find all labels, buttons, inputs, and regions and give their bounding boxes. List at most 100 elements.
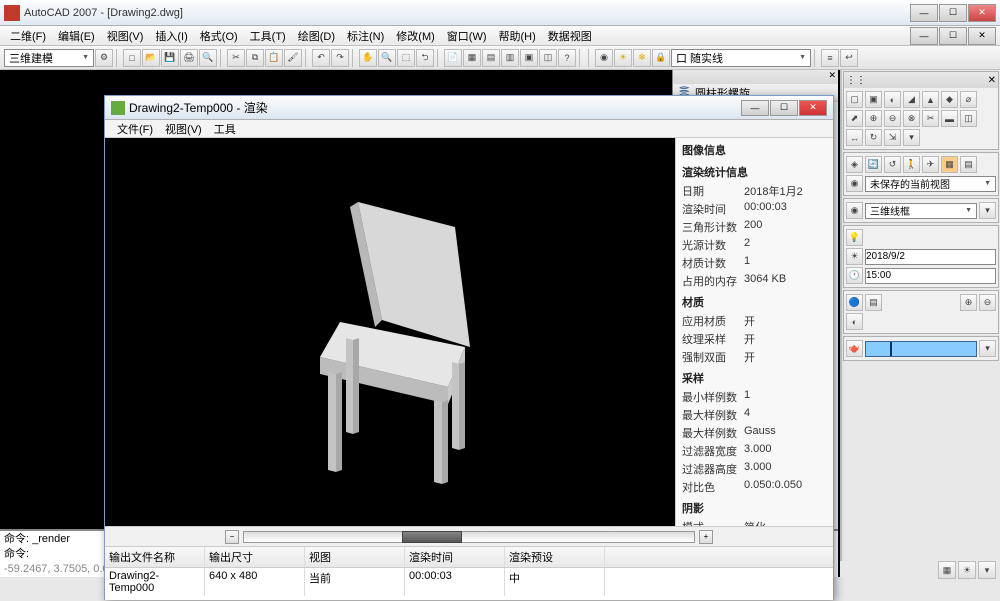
layerstate-icon[interactable]: ≡ [821, 49, 839, 67]
loft-icon[interactable]: ▲ [922, 91, 939, 108]
layer3-icon[interactable]: ❄ [633, 49, 651, 67]
open-icon[interactable]: 📂 [142, 49, 160, 67]
col-view[interactable]: 视图 [305, 547, 405, 567]
3dmove-icon[interactable]: ↔ [846, 129, 863, 146]
list-row[interactable]: Drawing2-Temp000 640 x 480 当前 00:00:03 中 [105, 568, 833, 596]
menu-insert[interactable]: 插入(I) [149, 28, 193, 44]
menu-dataview[interactable]: 数据视图 [542, 28, 598, 44]
layer2-icon[interactable]: ☀ [614, 49, 632, 67]
3dalign-icon[interactable]: ⇲ [884, 129, 901, 146]
sweep-icon[interactable]: ◢ [903, 91, 920, 108]
zoom-icon[interactable]: 🔍 [378, 49, 396, 67]
render-close-button[interactable]: ✕ [799, 100, 827, 116]
print-icon[interactable]: 🖨 [180, 49, 198, 67]
zoom-in-button[interactable]: + [699, 530, 713, 544]
box-icon[interactable]: ▢ [846, 91, 863, 108]
grid-icon[interactable]: ☀ [958, 561, 976, 579]
doc-close-button[interactable]: ✕ [968, 27, 996, 45]
workspace-combo[interactable]: 三维建模 [4, 49, 94, 67]
rmore-icon[interactable]: ▾ [979, 340, 996, 357]
layer4-icon[interactable]: 🔒 [652, 49, 670, 67]
time-icon[interactable]: 🕐 [846, 267, 863, 284]
snap-icon[interactable]: ▦ [938, 561, 956, 579]
gear-icon[interactable]: ⚙ [95, 49, 113, 67]
close-button[interactable]: ✕ [968, 4, 996, 22]
para-icon[interactable]: ▤ [960, 156, 977, 173]
time-input[interactable] [865, 268, 996, 284]
render-menu-view[interactable]: 视图(V) [159, 121, 208, 137]
menu-file[interactable]: 二维(F) [4, 28, 52, 44]
menu-window[interactable]: 窗口(W) [441, 28, 493, 44]
render-icon[interactable]: 🫖 [846, 340, 863, 357]
matlib-icon[interactable]: ▤ [865, 294, 882, 311]
fly-icon[interactable]: ✈ [922, 156, 939, 173]
vs-icon[interactable]: ◉ [846, 202, 863, 219]
copy-icon[interactable]: ⧉ [246, 49, 264, 67]
render-titlebar[interactable]: Drawing2-Temp000 - 渲染 — ☐ ✕ [105, 96, 833, 120]
sub-icon[interactable]: ⊖ [884, 110, 901, 127]
match-icon[interactable]: 🖌 [284, 49, 302, 67]
help-icon[interactable]: ? [558, 49, 576, 67]
palette-close-icon[interactable]: ✕ [988, 75, 996, 86]
matatt-icon[interactable]: ⊕ [960, 294, 977, 311]
union-icon[interactable]: ⊕ [865, 110, 882, 127]
mark-icon[interactable]: ▣ [520, 49, 538, 67]
ortho-icon[interactable]: ▾ [978, 561, 996, 579]
render-maximize-button[interactable]: ☐ [770, 100, 798, 116]
linetype-combo[interactable]: 口 随实线 [671, 49, 811, 67]
cut-icon[interactable]: ✂ [227, 49, 245, 67]
menu-edit[interactable]: 编辑(E) [52, 28, 101, 44]
vs-more-icon[interactable]: ▾ [979, 202, 996, 219]
doc-maximize-button[interactable]: ☐ [939, 27, 967, 45]
planar-icon[interactable]: ◐ [846, 313, 863, 330]
col-time[interactable]: 渲染时间 [405, 547, 505, 567]
col-size[interactable]: 输出尺寸 [205, 547, 305, 567]
minimize-button[interactable]: — [910, 4, 938, 22]
views-icon[interactable]: ◉ [846, 175, 863, 192]
poly-icon[interactable]: ◆ [941, 91, 958, 108]
extrude-icon[interactable]: ▣ [865, 91, 882, 108]
sun-icon[interactable]: ☀ [846, 248, 863, 265]
zoom-thumb[interactable] [402, 531, 462, 543]
viewcube-icon[interactable]: ◈ [846, 156, 863, 173]
orbit-icon[interactable]: 🔄 [865, 156, 882, 173]
menu-modify[interactable]: 修改(M) [390, 28, 441, 44]
zoom-slider[interactable] [243, 531, 695, 543]
dcenter-icon[interactable]: ▦ [463, 49, 481, 67]
menu-view[interactable]: 视图(V) [101, 28, 150, 44]
palette-close-icon[interactable]: ✕ [828, 70, 836, 84]
menu-help[interactable]: 帮助(H) [493, 28, 542, 44]
imprint-icon[interactable]: ◫ [960, 110, 977, 127]
menu-tools[interactable]: 工具(T) [244, 28, 292, 44]
menu-dim[interactable]: 标注(N) [341, 28, 390, 44]
revolve-icon[interactable]: ◐ [884, 91, 901, 108]
col-preset[interactable]: 渲染预设 [505, 547, 605, 567]
toolpal-icon[interactable]: ▤ [482, 49, 500, 67]
render-menu-tools[interactable]: 工具 [208, 121, 242, 137]
calc-icon[interactable]: ◫ [539, 49, 557, 67]
light-icon[interactable]: 💡 [846, 229, 863, 246]
thick-icon[interactable]: ▬ [941, 110, 958, 127]
pan-icon[interactable]: ✋ [359, 49, 377, 67]
zoomprev-icon[interactable]: ⮌ [416, 49, 434, 67]
palette-handle-icon[interactable]: ⋮⋮ [846, 75, 866, 86]
persp-icon[interactable]: ▦ [941, 156, 958, 173]
paste-icon[interactable]: 📋 [265, 49, 283, 67]
menu-format[interactable]: 格式(O) [194, 28, 244, 44]
layerprev-icon[interactable]: ↩ [840, 49, 858, 67]
ucs-icon[interactable]: ⬈ [846, 110, 863, 127]
3drot-icon[interactable]: ↻ [865, 129, 882, 146]
helixm-icon[interactable]: ⌀ [960, 91, 977, 108]
props-icon[interactable]: 📄 [444, 49, 462, 67]
swivel-icon[interactable]: ↺ [884, 156, 901, 173]
render-preset-slider[interactable] [865, 341, 977, 357]
walk-icon[interactable]: 🚶 [903, 156, 920, 173]
new-icon[interactable]: □ [123, 49, 141, 67]
more-icon[interactable]: ▾ [903, 129, 920, 146]
matrem-icon[interactable]: ⊖ [979, 294, 996, 311]
zoomwin-icon[interactable]: ⬚ [397, 49, 415, 67]
mat-icon[interactable]: 🔵 [846, 294, 863, 311]
render-viewport[interactable] [105, 138, 675, 526]
save-icon[interactable]: 💾 [161, 49, 179, 67]
undo-icon[interactable]: ↶ [312, 49, 330, 67]
